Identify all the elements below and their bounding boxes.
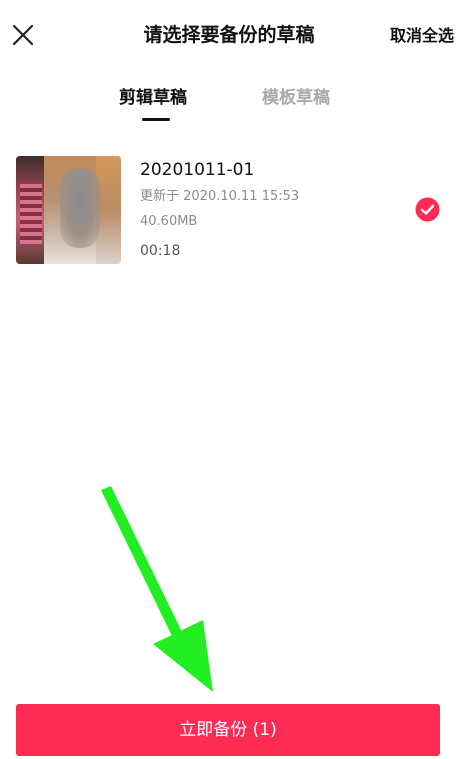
tab-template-drafts[interactable]: 模板草稿 <box>262 86 330 110</box>
tab-edit-drafts[interactable]: 剪辑草稿 <box>119 86 187 110</box>
header: 请选择要备份的草稿 取消全选 <box>0 0 458 72</box>
draft-updated-time: 更新于 2020.10.11 15:53 <box>140 189 300 204</box>
active-tab-indicator <box>142 118 170 121</box>
close-icon <box>12 24 34 46</box>
backup-now-button[interactable]: 立即备份 (1) <box>16 704 440 756</box>
page-title: 请选择要备份的草稿 <box>143 24 315 46</box>
draft-type-tabs: 剪辑草稿 模板草稿 <box>0 80 458 130</box>
draft-duration: 00:18 <box>140 243 181 259</box>
draft-list-item[interactable]: 20201011-01 更新于 2020.10.11 15:53 40.60MB… <box>0 148 458 273</box>
backup-draft-screen: 请选择要备份的草稿 取消全选 剪辑草稿 模板草稿 20201011-01 更新于… <box>0 0 458 759</box>
draft-name: 20201011-01 <box>140 160 255 180</box>
arrow-down-icon <box>101 486 213 692</box>
draft-thumbnail <box>16 156 121 264</box>
deselect-all-button[interactable]: 取消全选 <box>390 24 454 48</box>
checkmark-circle-icon <box>415 197 440 222</box>
draft-file-size: 40.60MB <box>140 214 198 229</box>
annotation-arrow <box>95 484 225 694</box>
draft-select-checkbox[interactable] <box>415 197 440 222</box>
close-button[interactable] <box>8 20 38 50</box>
